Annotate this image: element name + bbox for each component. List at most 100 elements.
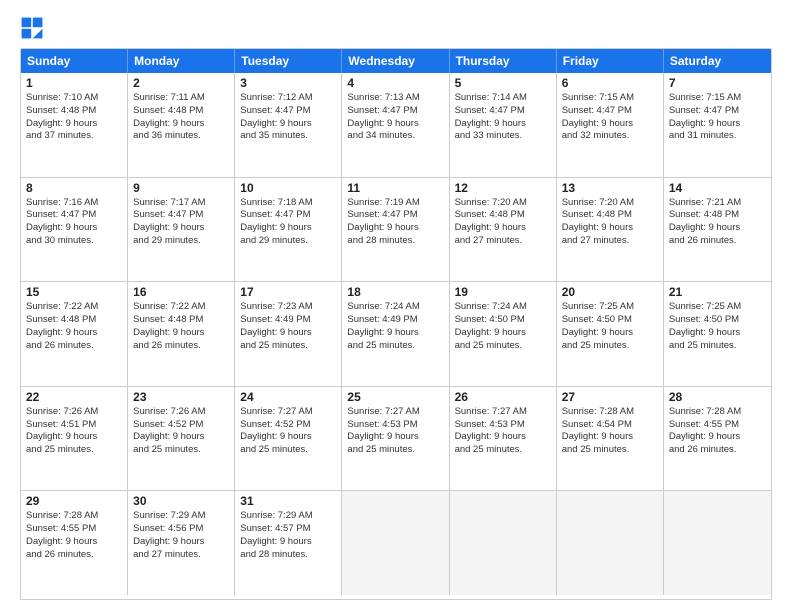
day-number: 25 xyxy=(347,390,443,404)
logo xyxy=(20,16,48,40)
cal-cell-dec-31: 31Sunrise: 7:29 AM Sunset: 4:57 PM Dayli… xyxy=(235,491,342,595)
cal-cell-dec-25: 25 Sunrise: 7:27 AM Sunset: 4:53 PM Dayli… xyxy=(342,387,449,491)
day-number: 30 xyxy=(133,494,229,508)
cal-header-wednesday: Wednesday xyxy=(342,49,449,73)
day-number: 23 xyxy=(133,390,229,404)
day-number: 11 xyxy=(347,181,443,195)
day-info: Sunrise: 7:25 AM Sunset: 4:50 PM Dayligh… xyxy=(669,301,766,352)
day-number: 22 xyxy=(26,390,122,404)
cal-cell-dec-8: 8 Sunrise: 7:16 AM Sunset: 4:47 PM Daylig… xyxy=(21,178,128,282)
cal-cell-empty xyxy=(342,491,449,595)
day-info: Sunrise: 7:26 AM Sunset: 4:51 PM Dayligh… xyxy=(26,406,122,457)
calendar: SundayMondayTuesdayWednesdayThursdayFrid… xyxy=(20,48,772,600)
day-number: 16 xyxy=(133,285,229,299)
day-number: 8 xyxy=(26,181,122,195)
day-info: Sunrise: 7:21 AM Sunset: 4:48 PM Dayligh… xyxy=(669,197,766,248)
day-info: Sunrise: 7:14 AM Sunset: 4:47 PM Dayligh… xyxy=(455,92,551,143)
day-info: Sunrise: 7:17 AM Sunset: 4:47 PM Dayligh… xyxy=(133,197,229,248)
cal-cell-dec-12: 12Sunrise: 7:20 AM Sunset: 4:48 PM Dayli… xyxy=(450,178,557,282)
day-number: 26 xyxy=(455,390,551,404)
day-info: Sunrise: 7:16 AM Sunset: 4:47 PM Dayligh… xyxy=(26,197,122,248)
cal-cell-dec-18: 18 Sunrise: 7:24 AM Sunset: 4:49 PM Dayli… xyxy=(342,282,449,386)
day-info: Sunrise: 7:26 AM Sunset: 4:52 PM Dayligh… xyxy=(133,406,229,457)
day-info: Sunrise: 7:11 AM Sunset: 4:48 PM Dayligh… xyxy=(133,92,229,143)
day-info: Sunrise: 7:28 AM Sunset: 4:55 PM Dayligh… xyxy=(669,406,766,457)
day-number: 18 xyxy=(347,285,443,299)
header xyxy=(20,16,772,40)
cal-week-1: 1Sunrise: 7:10 AM Sunset: 4:48 PM Daylig… xyxy=(21,73,771,178)
day-number: 28 xyxy=(669,390,766,404)
cal-cell-empty xyxy=(664,491,771,595)
cal-week-2: 8 Sunrise: 7:16 AM Sunset: 4:47 PM Daylig… xyxy=(21,178,771,283)
cal-week-5: 29Sunrise: 7:28 AM Sunset: 4:55 PM Dayli… xyxy=(21,491,771,595)
day-info: Sunrise: 7:29 AM Sunset: 4:57 PM Dayligh… xyxy=(240,510,336,561)
cal-cell-dec-26: 26 Sunrise: 7:27 AM Sunset: 4:53 PM Dayli… xyxy=(450,387,557,491)
cal-cell-dec-21: 21Sunrise: 7:25 AM Sunset: 4:50 PM Dayli… xyxy=(664,282,771,386)
cal-cell-empty xyxy=(450,491,557,595)
logo-icon xyxy=(20,16,44,40)
cal-header-thursday: Thursday xyxy=(450,49,557,73)
cal-cell-dec-11: 11 Sunrise: 7:19 AM Sunset: 4:47 PM Dayli… xyxy=(342,178,449,282)
cal-header-friday: Friday xyxy=(557,49,664,73)
cal-week-3: 15 Sunrise: 7:22 AM Sunset: 4:48 PM Dayli… xyxy=(21,282,771,387)
day-info: Sunrise: 7:28 AM Sunset: 4:54 PM Dayligh… xyxy=(562,406,658,457)
cal-cell-empty xyxy=(557,491,664,595)
cal-cell-dec-29: 29Sunrise: 7:28 AM Sunset: 4:55 PM Dayli… xyxy=(21,491,128,595)
cal-cell-dec-27: 27 Sunrise: 7:28 AM Sunset: 4:54 PM Dayli… xyxy=(557,387,664,491)
cal-cell-dec-22: 22 Sunrise: 7:26 AM Sunset: 4:51 PM Dayli… xyxy=(21,387,128,491)
cal-cell-dec-1: 1Sunrise: 7:10 AM Sunset: 4:48 PM Daylig… xyxy=(21,73,128,177)
cal-header-tuesday: Tuesday xyxy=(235,49,342,73)
day-info: Sunrise: 7:27 AM Sunset: 4:53 PM Dayligh… xyxy=(347,406,443,457)
day-info: Sunrise: 7:22 AM Sunset: 4:48 PM Dayligh… xyxy=(26,301,122,352)
day-info: Sunrise: 7:29 AM Sunset: 4:56 PM Dayligh… xyxy=(133,510,229,561)
day-number: 19 xyxy=(455,285,551,299)
cal-header-monday: Monday xyxy=(128,49,235,73)
cal-header-sunday: Sunday xyxy=(21,49,128,73)
day-number: 17 xyxy=(240,285,336,299)
day-number: 13 xyxy=(562,181,658,195)
day-info: Sunrise: 7:23 AM Sunset: 4:49 PM Dayligh… xyxy=(240,301,336,352)
day-number: 6 xyxy=(562,76,658,90)
cal-cell-dec-17: 17 Sunrise: 7:23 AM Sunset: 4:49 PM Dayli… xyxy=(235,282,342,386)
cal-cell-dec-3: 3 Sunrise: 7:12 AM Sunset: 4:47 PM Daylig… xyxy=(235,73,342,177)
day-info: Sunrise: 7:24 AM Sunset: 4:50 PM Dayligh… xyxy=(455,301,551,352)
cal-cell-dec-19: 19 Sunrise: 7:24 AM Sunset: 4:50 PM Dayli… xyxy=(450,282,557,386)
cal-cell-dec-15: 15 Sunrise: 7:22 AM Sunset: 4:48 PM Dayli… xyxy=(21,282,128,386)
cal-cell-dec-16: 16 Sunrise: 7:22 AM Sunset: 4:48 PM Dayli… xyxy=(128,282,235,386)
day-number: 20 xyxy=(562,285,658,299)
day-number: 15 xyxy=(26,285,122,299)
calendar-header: SundayMondayTuesdayWednesdayThursdayFrid… xyxy=(21,49,771,73)
day-info: Sunrise: 7:24 AM Sunset: 4:49 PM Dayligh… xyxy=(347,301,443,352)
day-number: 12 xyxy=(455,181,551,195)
cal-cell-dec-14: 14 Sunrise: 7:21 AM Sunset: 4:48 PM Dayli… xyxy=(664,178,771,282)
day-number: 4 xyxy=(347,76,443,90)
cal-cell-dec-2: 2 Sunrise: 7:11 AM Sunset: 4:48 PM Daylig… xyxy=(128,73,235,177)
calendar-body: 1Sunrise: 7:10 AM Sunset: 4:48 PM Daylig… xyxy=(21,73,771,595)
day-number: 2 xyxy=(133,76,229,90)
day-number: 5 xyxy=(455,76,551,90)
cal-cell-dec-5: 5 Sunrise: 7:14 AM Sunset: 4:47 PM Daylig… xyxy=(450,73,557,177)
day-info: Sunrise: 7:19 AM Sunset: 4:47 PM Dayligh… xyxy=(347,197,443,248)
day-info: Sunrise: 7:18 AM Sunset: 4:47 PM Dayligh… xyxy=(240,197,336,248)
cal-cell-dec-13: 13Sunrise: 7:20 AM Sunset: 4:48 PM Dayli… xyxy=(557,178,664,282)
day-info: Sunrise: 7:22 AM Sunset: 4:48 PM Dayligh… xyxy=(133,301,229,352)
day-info: Sunrise: 7:27 AM Sunset: 4:53 PM Dayligh… xyxy=(455,406,551,457)
cal-cell-dec-20: 20 Sunrise: 7:25 AM Sunset: 4:50 PM Dayli… xyxy=(557,282,664,386)
day-info: Sunrise: 7:10 AM Sunset: 4:48 PM Dayligh… xyxy=(26,92,122,143)
day-info: Sunrise: 7:12 AM Sunset: 4:47 PM Dayligh… xyxy=(240,92,336,143)
cal-cell-dec-9: 9 Sunrise: 7:17 AM Sunset: 4:47 PM Daylig… xyxy=(128,178,235,282)
cal-header-saturday: Saturday xyxy=(664,49,771,73)
cal-cell-dec-7: 7Sunrise: 7:15 AM Sunset: 4:47 PM Daylig… xyxy=(664,73,771,177)
cal-cell-dec-10: 10Sunrise: 7:18 AM Sunset: 4:47 PM Dayli… xyxy=(235,178,342,282)
cal-cell-dec-28: 28 Sunrise: 7:28 AM Sunset: 4:55 PM Dayli… xyxy=(664,387,771,491)
cal-cell-dec-24: 24Sunrise: 7:27 AM Sunset: 4:52 PM Dayli… xyxy=(235,387,342,491)
day-number: 24 xyxy=(240,390,336,404)
day-number: 14 xyxy=(669,181,766,195)
day-number: 3 xyxy=(240,76,336,90)
day-number: 9 xyxy=(133,181,229,195)
day-info: Sunrise: 7:13 AM Sunset: 4:47 PM Dayligh… xyxy=(347,92,443,143)
day-info: Sunrise: 7:15 AM Sunset: 4:47 PM Dayligh… xyxy=(562,92,658,143)
day-number: 27 xyxy=(562,390,658,404)
day-info: Sunrise: 7:25 AM Sunset: 4:50 PM Dayligh… xyxy=(562,301,658,352)
cal-cell-dec-4: 4 Sunrise: 7:13 AM Sunset: 4:47 PM Daylig… xyxy=(342,73,449,177)
